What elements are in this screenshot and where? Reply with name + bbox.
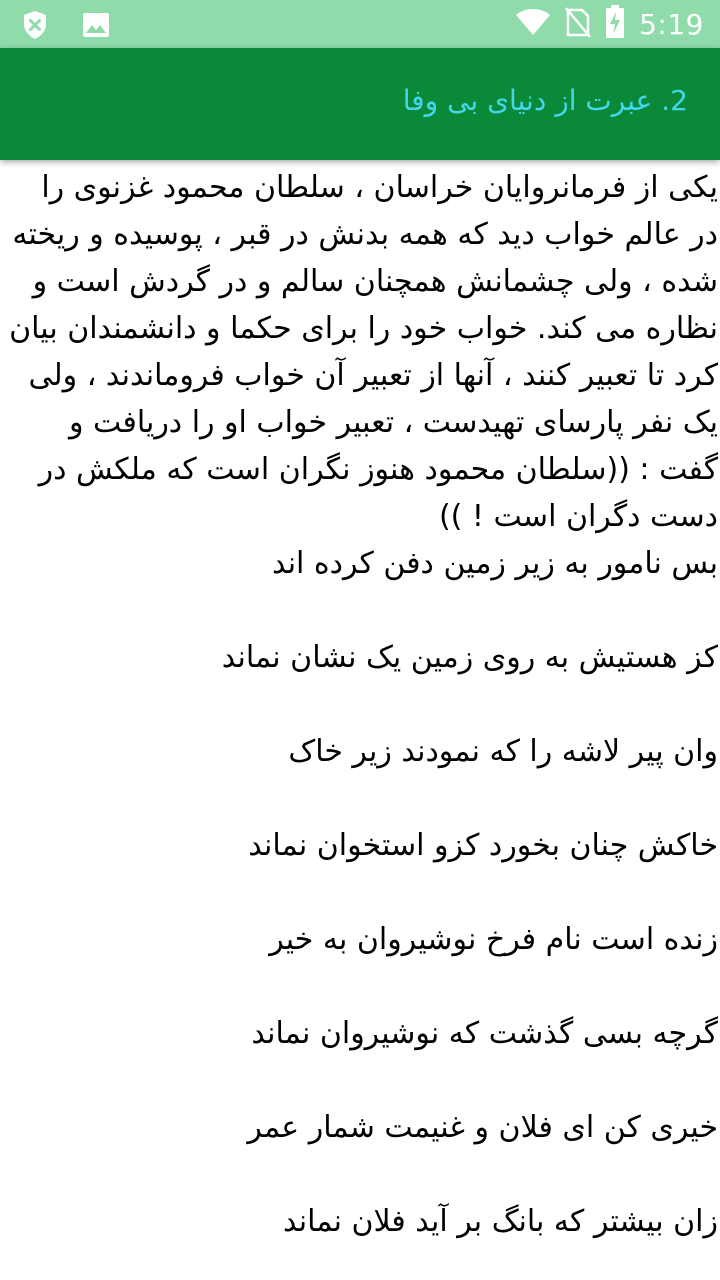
verse-line: زنده است نام فرخ نوشیروان به خیر — [269, 922, 718, 957]
verse-line: خیری کن ای فلان و غنیمت شمار عمر — [247, 1110, 718, 1145]
status-time: 5:19 — [639, 7, 704, 41]
status-bar: 5:19 — [0, 0, 720, 48]
page-title: 2. عبرت از دنیای بی وفا — [402, 84, 688, 117]
verse-line: وان پیر لاشه را که نمودند زیر خاک — [288, 734, 718, 769]
story-paragraph: یکی از فرمانروایان خراسان ، سلطان محمود … — [9, 170, 718, 534]
status-system: 5:19 — [515, 5, 704, 43]
verse-gap — [0, 681, 720, 728]
story-content[interactable]: یکی از فرمانروایان خراسان ، سلطان محمود … — [0, 162, 720, 1280]
no-sim-icon — [565, 6, 592, 42]
image-icon — [82, 12, 110, 42]
verse-gap — [0, 775, 720, 822]
verse-line: زان بیشتر که بانگ بر آید فلان نماند — [283, 1204, 718, 1239]
battery-charging-icon — [605, 5, 625, 43]
wifi-icon — [515, 8, 551, 40]
verse-gap — [0, 869, 720, 916]
verse-gap — [0, 1057, 720, 1104]
app-bar: 2. عبرت از دنیای بی وفا — [0, 48, 720, 160]
status-notifications — [22, 10, 110, 44]
verse-gap — [0, 587, 720, 634]
verse-line: کز هستیش به روی زمین یک نشان نماند — [221, 640, 718, 675]
shield-icon — [22, 10, 48, 44]
verse-gap — [0, 963, 720, 1010]
verse-gap — [0, 1151, 720, 1198]
verse-line: بس نامور به زیر زمین دفن کرده اند — [271, 546, 718, 581]
verse-line: گرچه بسی گذشت که نوشیروان نماند — [251, 1016, 718, 1051]
verse-line: خاکش چنان بخورد کزو استخوان نماند — [248, 828, 718, 863]
